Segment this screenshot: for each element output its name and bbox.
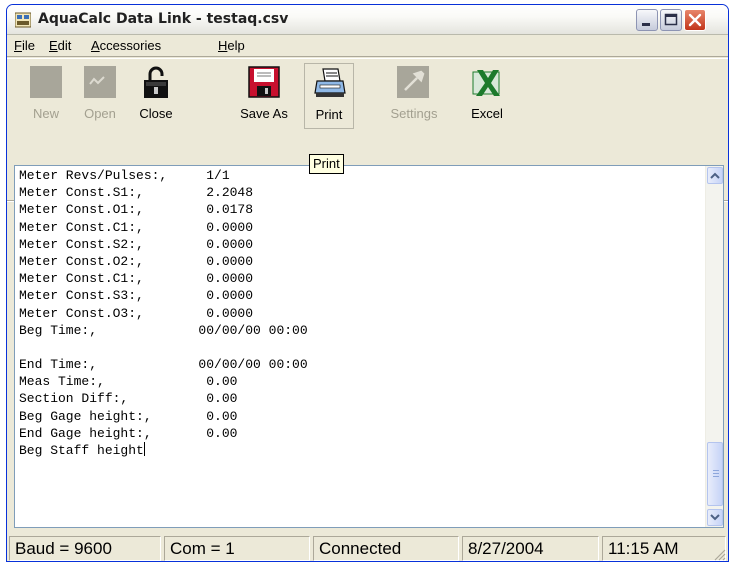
document-line: Meas Time:, 0.00	[19, 374, 238, 390]
menu-help-label: elp	[227, 38, 245, 53]
close-icon	[688, 13, 702, 27]
document-line: Meter Const.O3:, 0.0000	[19, 305, 254, 321]
window-title: AquaCalc Data Link - testaq.csv	[38, 11, 289, 27]
save-as-button[interactable]: Save As	[236, 63, 292, 129]
print-tooltip: Print	[309, 154, 344, 174]
app-icon	[15, 12, 31, 28]
status-time: 11:15 AM	[602, 536, 726, 561]
toolbar: New Open Close Save As Print Settings Ex…	[7, 58, 728, 202]
settings-wrench-icon	[397, 66, 429, 98]
document-line: Meter Const.S1:, 2.2048	[19, 185, 254, 201]
menu-bar: File Edit Accessories Help	[7, 35, 728, 57]
status-com: Com = 1	[164, 536, 310, 561]
new-button-label: New	[32, 106, 59, 121]
document-line: Meter Const.O2:, 0.0000	[19, 253, 254, 269]
scroll-down-button[interactable]	[707, 509, 723, 526]
scroll-thumb[interactable]	[707, 442, 723, 506]
open-button-label: Open	[84, 106, 116, 121]
title-bar[interactable]: AquaCalc Data Link - testaq.csv	[7, 5, 728, 35]
new-button[interactable]: New	[21, 63, 71, 129]
document-line: Beg Gage height:, 0.00	[19, 408, 238, 424]
document-line: End Time:, 00/00/00 00:00	[19, 357, 308, 373]
excel-icon	[472, 70, 500, 96]
menu-accessories-label: ccessories	[99, 38, 162, 53]
open-folder-icon	[84, 66, 116, 98]
status-bar: Baud = 9600 Com = 1 Connected 8/27/2004 …	[7, 532, 728, 561]
menu-help-mnemonic: H	[218, 38, 228, 53]
chevron-up-icon	[710, 172, 720, 179]
menu-edit-label: dit	[57, 38, 72, 53]
floppy-disk-icon	[248, 66, 280, 98]
text-caret	[143, 442, 145, 456]
status-connection: Connected	[313, 536, 459, 561]
document-text[interactable]: Meter Revs/Pulses:, 1/1 Meter Const.S1:, …	[19, 167, 699, 525]
settings-button[interactable]: Settings	[385, 63, 443, 129]
print-button[interactable]: Print	[304, 63, 354, 129]
menu-file-label: ile	[21, 38, 35, 53]
print-button-label: Print	[315, 107, 343, 122]
excel-button[interactable]: Excel	[462, 63, 512, 129]
document-line: Meter Const.O1:, 0.0178	[19, 202, 254, 218]
settings-button-label: Settings	[390, 106, 438, 121]
maximize-icon	[664, 13, 678, 26]
menu-accessories-mnemonic: A	[91, 38, 100, 53]
vertical-scrollbar[interactable]	[705, 166, 723, 527]
document-view[interactable]: Meter Revs/Pulses:, 1/1 Meter Const.S1:, …	[14, 165, 724, 528]
document-line: Meter Const.C1:, 0.0000	[19, 219, 254, 235]
document-line: End Gage height:, 0.00	[19, 425, 238, 441]
menu-edit-mnemonic: E	[49, 38, 58, 53]
document-line: Meter Const.S2:, 0.0000	[19, 236, 254, 252]
scroll-grip	[713, 473, 719, 474]
scroll-grip	[713, 476, 719, 477]
minimize-icon	[642, 23, 650, 26]
new-file-icon	[30, 66, 62, 98]
document-line: Beg Staff height	[19, 442, 145, 458]
save-as-button-label: Save As	[240, 106, 288, 121]
scroll-grip	[713, 470, 719, 471]
menu-help[interactable]: Help	[218, 38, 245, 53]
excel-button-label: Excel	[471, 106, 503, 121]
close-button[interactable]: Close	[131, 63, 181, 129]
status-date: 8/27/2004	[462, 536, 599, 561]
menu-file[interactable]: File	[14, 38, 35, 53]
menu-file-mnemonic: F	[14, 38, 22, 53]
app-window: AquaCalc Data Link - testaq.csv File Edi…	[6, 4, 729, 562]
status-baud: Baud = 9600	[9, 536, 161, 561]
document-line: Meter Const.C1:, 0.0000	[19, 271, 254, 287]
document-line: Beg Time:, 00/00/00 00:00	[19, 322, 308, 338]
menu-accessories[interactable]: Accessories	[91, 38, 161, 53]
maximize-button[interactable]	[660, 9, 682, 31]
printer-icon	[314, 68, 346, 97]
document-line: Meter Const.S3:, 0.0000	[19, 288, 254, 304]
document-line: Section Diff:, 0.00	[19, 391, 238, 407]
menu-edit[interactable]: Edit	[49, 38, 71, 53]
minimize-button[interactable]	[636, 9, 658, 31]
chevron-down-icon	[710, 514, 720, 521]
close-button-label: Close	[139, 106, 173, 121]
open-button[interactable]: Open	[75, 63, 125, 129]
document-line	[19, 339, 699, 356]
padlock-close-icon	[144, 66, 168, 98]
scroll-up-button[interactable]	[707, 167, 723, 184]
resize-grip-icon[interactable]	[712, 547, 726, 561]
close-window-button[interactable]	[684, 9, 706, 31]
document-line: Meter Revs/Pulses:, 1/1	[19, 168, 230, 183]
